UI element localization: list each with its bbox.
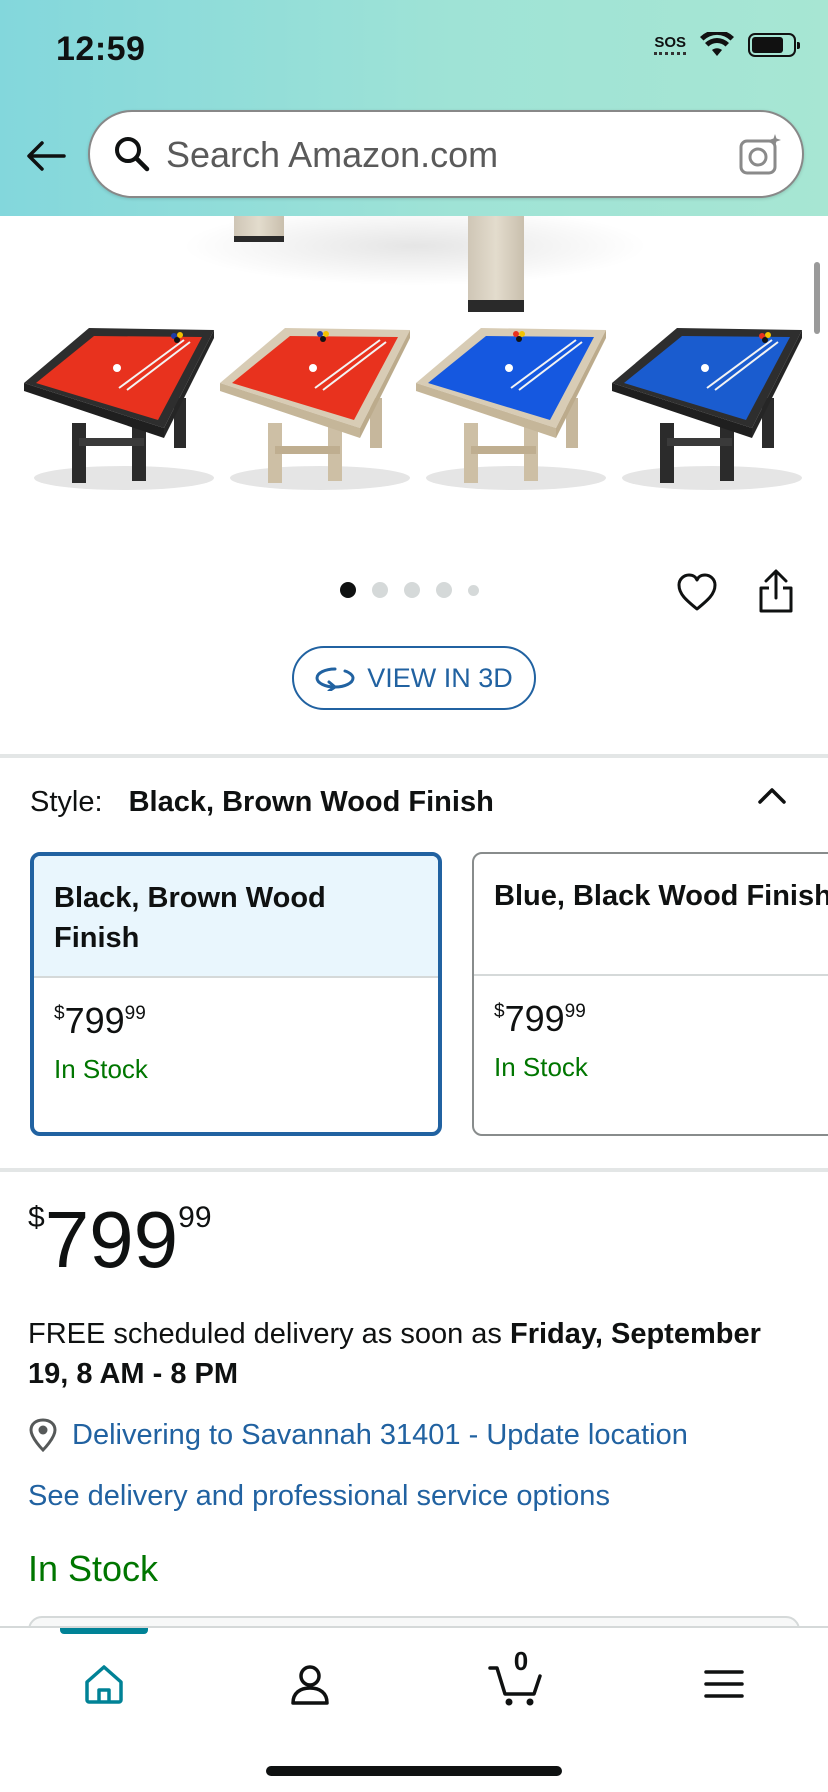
search-box[interactable] [88, 110, 804, 198]
style-option-card-selected[interactable]: Black, Brown Wood Finish $79999 In Stock [30, 852, 442, 1136]
style-label: Style: [30, 786, 103, 818]
style-option-card[interactable]: Blue, Black Wood Finish $79999 In Stock [472, 852, 828, 1136]
pool-table-blue-black-image [612, 328, 802, 490]
section-divider [0, 1168, 828, 1172]
style-option-price: $79999 [54, 1000, 146, 1041]
style-selector-header: Style: Black, Brown Wood Finish [30, 786, 494, 819]
back-button[interactable] [24, 134, 68, 178]
pool-table-red-black-image [24, 328, 214, 490]
style-option-stock: In Stock [54, 1054, 148, 1084]
share-icon[interactable] [756, 568, 796, 614]
search-input[interactable] [166, 130, 706, 180]
nav-menu[interactable] [694, 1654, 754, 1714]
pagination-dot[interactable] [340, 582, 356, 598]
scrollbar[interactable] [814, 262, 820, 334]
product-price: $79999 [28, 1195, 212, 1284]
table-leg-image [468, 216, 524, 312]
nav-home[interactable] [74, 1654, 134, 1714]
camera-search-icon[interactable] [738, 132, 784, 178]
menu-icon [704, 1670, 744, 1698]
pagination-dot[interactable] [372, 582, 388, 598]
table-leg-image [234, 216, 284, 242]
delivery-info: FREE scheduled delivery as soon as Frida… [28, 1314, 798, 1394]
pagination-dot[interactable] [436, 582, 452, 598]
status-time: 12:59 [56, 30, 146, 68]
pagination-dot[interactable] [404, 582, 420, 598]
pagination-dot[interactable] [468, 584, 479, 596]
cart-count: 0 [513, 1646, 529, 1676]
account-icon [291, 1665, 329, 1705]
color-variants-image [24, 328, 802, 498]
wifi-icon [700, 32, 734, 56]
rotate-3d-icon [315, 667, 355, 691]
nav-account[interactable] [280, 1654, 340, 1714]
style-selected-value: Black, Brown Wood Finish [128, 786, 494, 818]
status-icons: SOS [654, 32, 800, 58]
style-option-name: Black, Brown Wood Finish [34, 856, 438, 978]
home-indicator [266, 1766, 562, 1776]
style-option-name: Blue, Black Wood Finish [474, 854, 828, 976]
product-image-gallery[interactable]: VIEW IN 3D [0, 216, 828, 756]
view-in-3d-button[interactable]: VIEW IN 3D [292, 646, 536, 710]
top-header: 12:59 SOS [0, 0, 828, 216]
chevron-up-icon[interactable] [756, 780, 788, 812]
sos-indicator: SOS [654, 35, 686, 55]
section-divider [0, 754, 828, 758]
back-arrow-icon [27, 141, 66, 171]
battery-icon [748, 33, 800, 57]
delivery-options-link[interactable]: See delivery and professional service op… [28, 1480, 610, 1513]
nav-cart[interactable]: 0 [486, 1646, 546, 1714]
pool-table-red-wood-image [220, 328, 410, 490]
home-icon [85, 1665, 123, 1704]
stock-status: In Stock [28, 1548, 159, 1589]
location-pin-icon [29, 1418, 57, 1452]
delivery-location-text[interactable]: Delivering to Savannah 31401 - Update lo… [72, 1419, 688, 1452]
delivery-prefix: FREE scheduled delivery as soon as [28, 1318, 510, 1350]
search-icon [115, 137, 150, 172]
style-option-stock: In Stock [494, 1052, 588, 1082]
delivery-location-link[interactable]: Delivering to Savannah 31401 - Update lo… [28, 1418, 688, 1452]
style-option-price: $79999 [494, 998, 586, 1039]
image-pagination-dots[interactable] [340, 582, 479, 598]
pool-table-blue-wood-image [416, 328, 606, 490]
view-in-3d-label: VIEW IN 3D [367, 662, 513, 693]
heart-icon[interactable] [676, 572, 718, 614]
active-tab-indicator [60, 1628, 148, 1634]
